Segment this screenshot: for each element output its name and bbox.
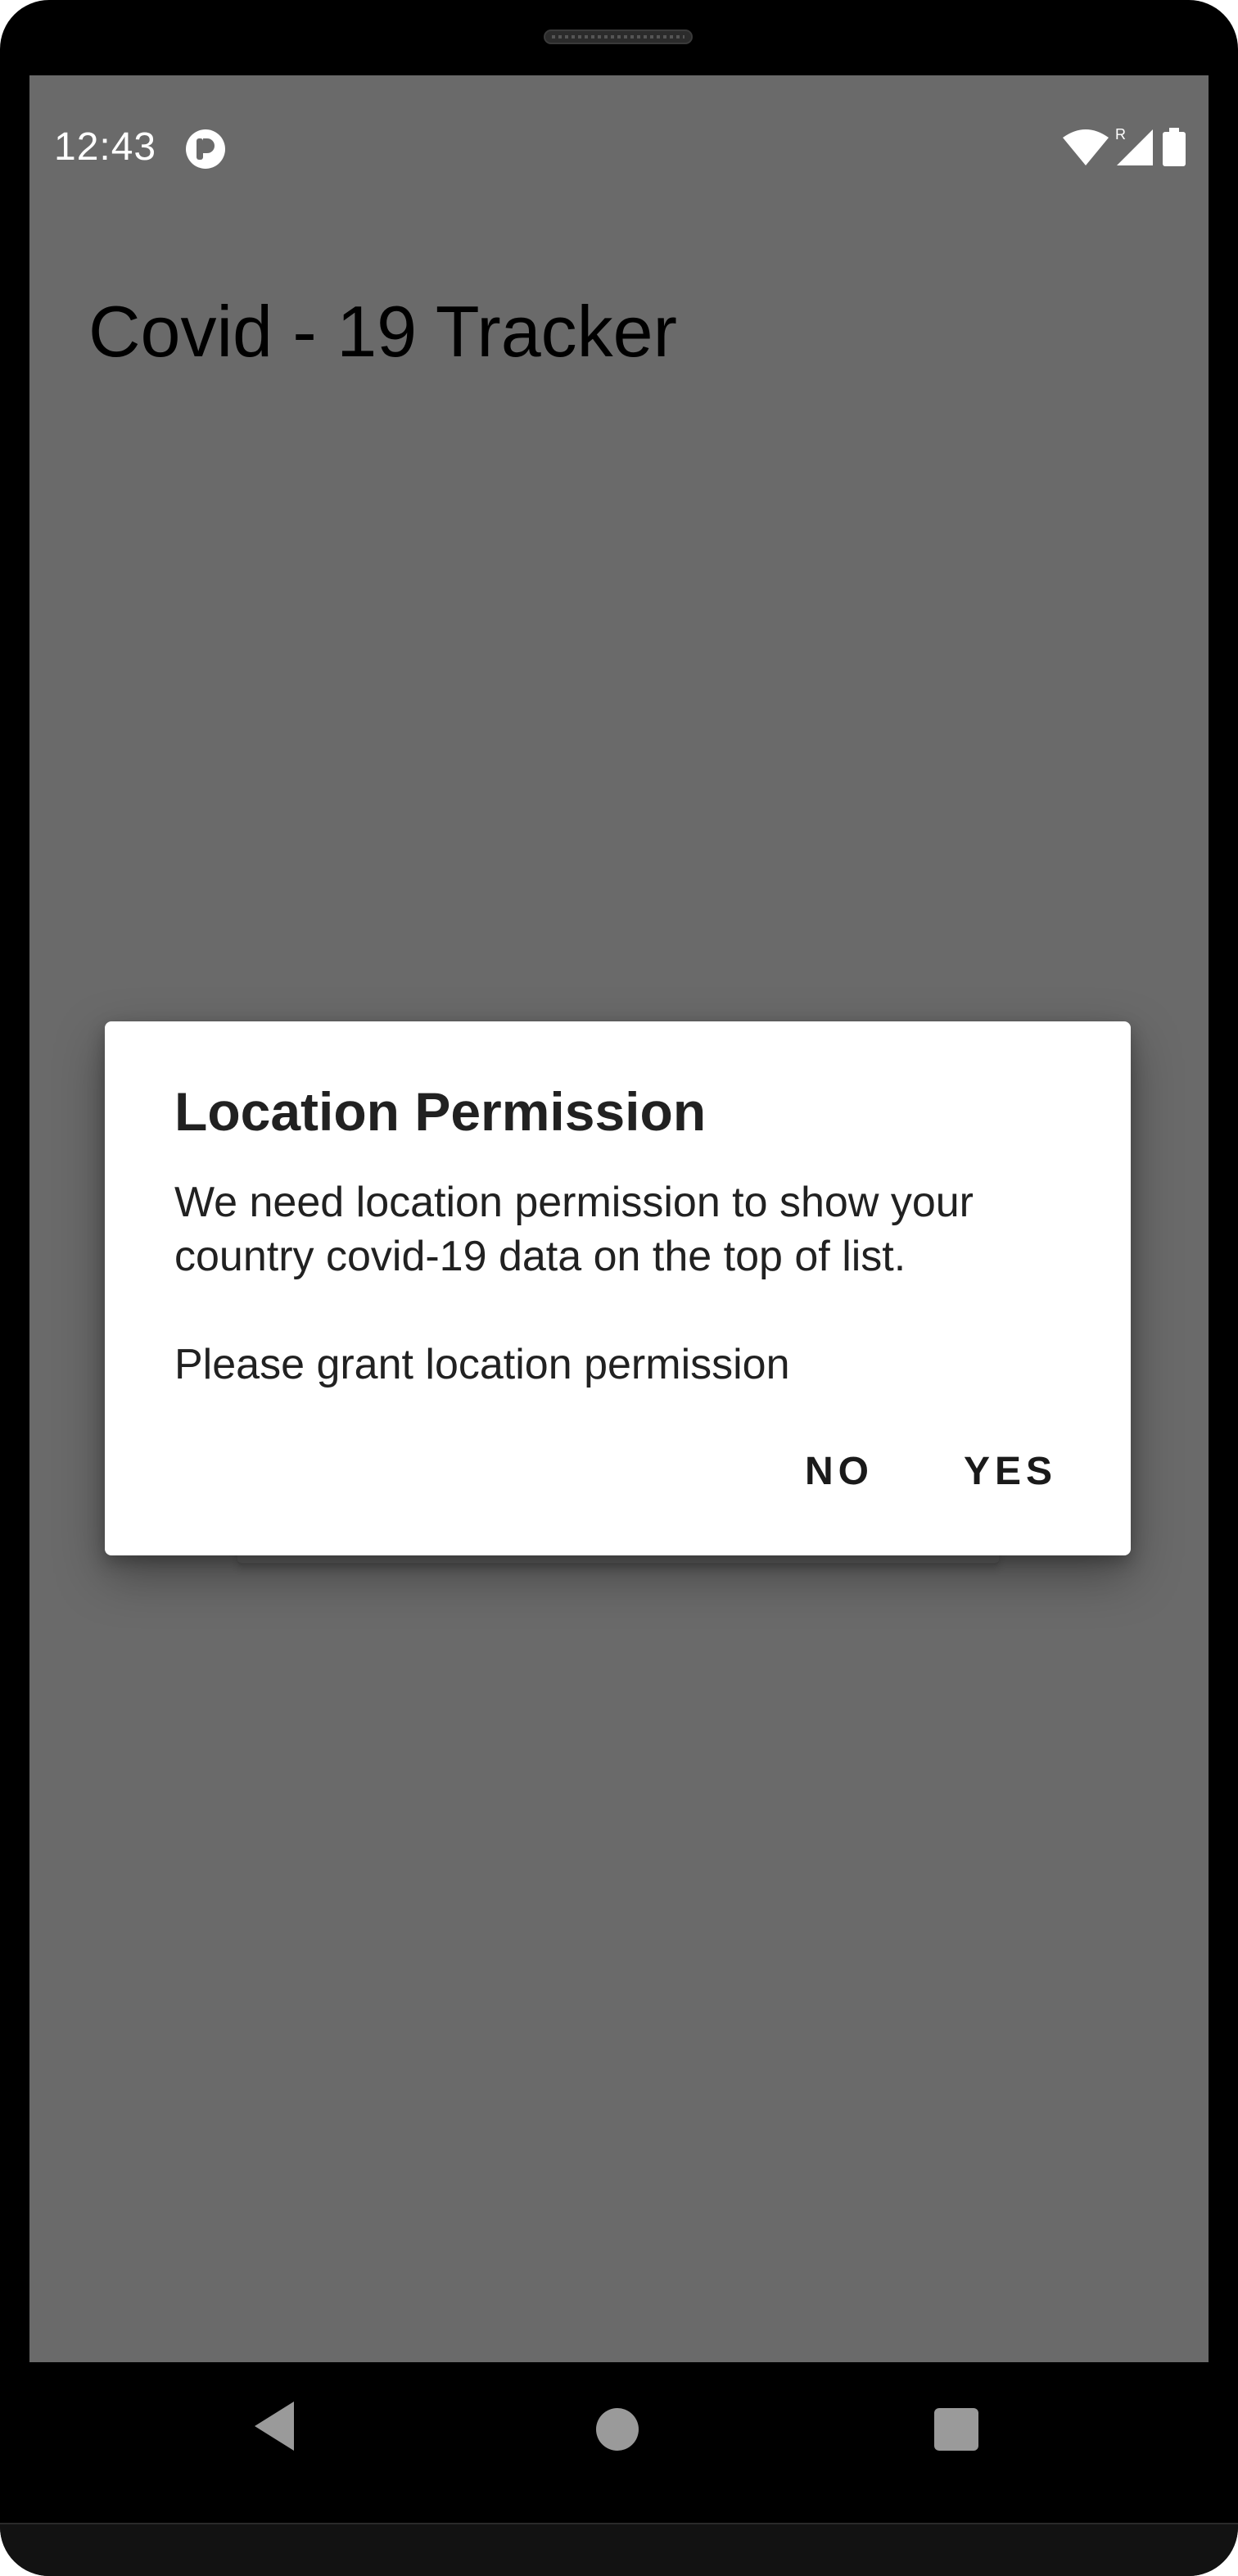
wifi-icon — [1063, 129, 1109, 165]
roaming-indicator: R — [1115, 126, 1126, 143]
dialog-message: We need location permission to show your… — [174, 1175, 1067, 1392]
no-button[interactable]: NO — [788, 1437, 890, 1505]
dialog-message-line: Please grant location permission — [174, 1341, 790, 1388]
app-title: Covid - 19 Tracker — [88, 291, 677, 372]
battery-icon — [1163, 128, 1186, 166]
status-icons: R — [1061, 124, 1189, 170]
circle-app-icon — [186, 129, 225, 169]
home-icon[interactable] — [596, 2408, 639, 2451]
dialog-actions: NO YES — [788, 1437, 1073, 1505]
status-time: 12:43 — [54, 125, 157, 169]
phone-frame: 12:43 R Covid - 19 Tracker Location Perm… — [0, 0, 1238, 2576]
device-bottom-edge — [0, 2523, 1238, 2576]
dialog-title: Location Permission — [174, 1081, 707, 1142]
earpiece-speaker — [544, 29, 693, 44]
permission-dialog: Location Permission We need location per… — [105, 1021, 1131, 1555]
dialog-message-line: We need location permission to show your… — [174, 1179, 974, 1280]
recents-icon[interactable] — [934, 2408, 978, 2451]
yes-button[interactable]: YES — [947, 1437, 1073, 1505]
screen: 12:43 R Covid - 19 Tracker Location Perm… — [29, 75, 1209, 2362]
back-icon[interactable] — [251, 2400, 297, 2452]
signal-icon: R — [1115, 126, 1153, 165]
